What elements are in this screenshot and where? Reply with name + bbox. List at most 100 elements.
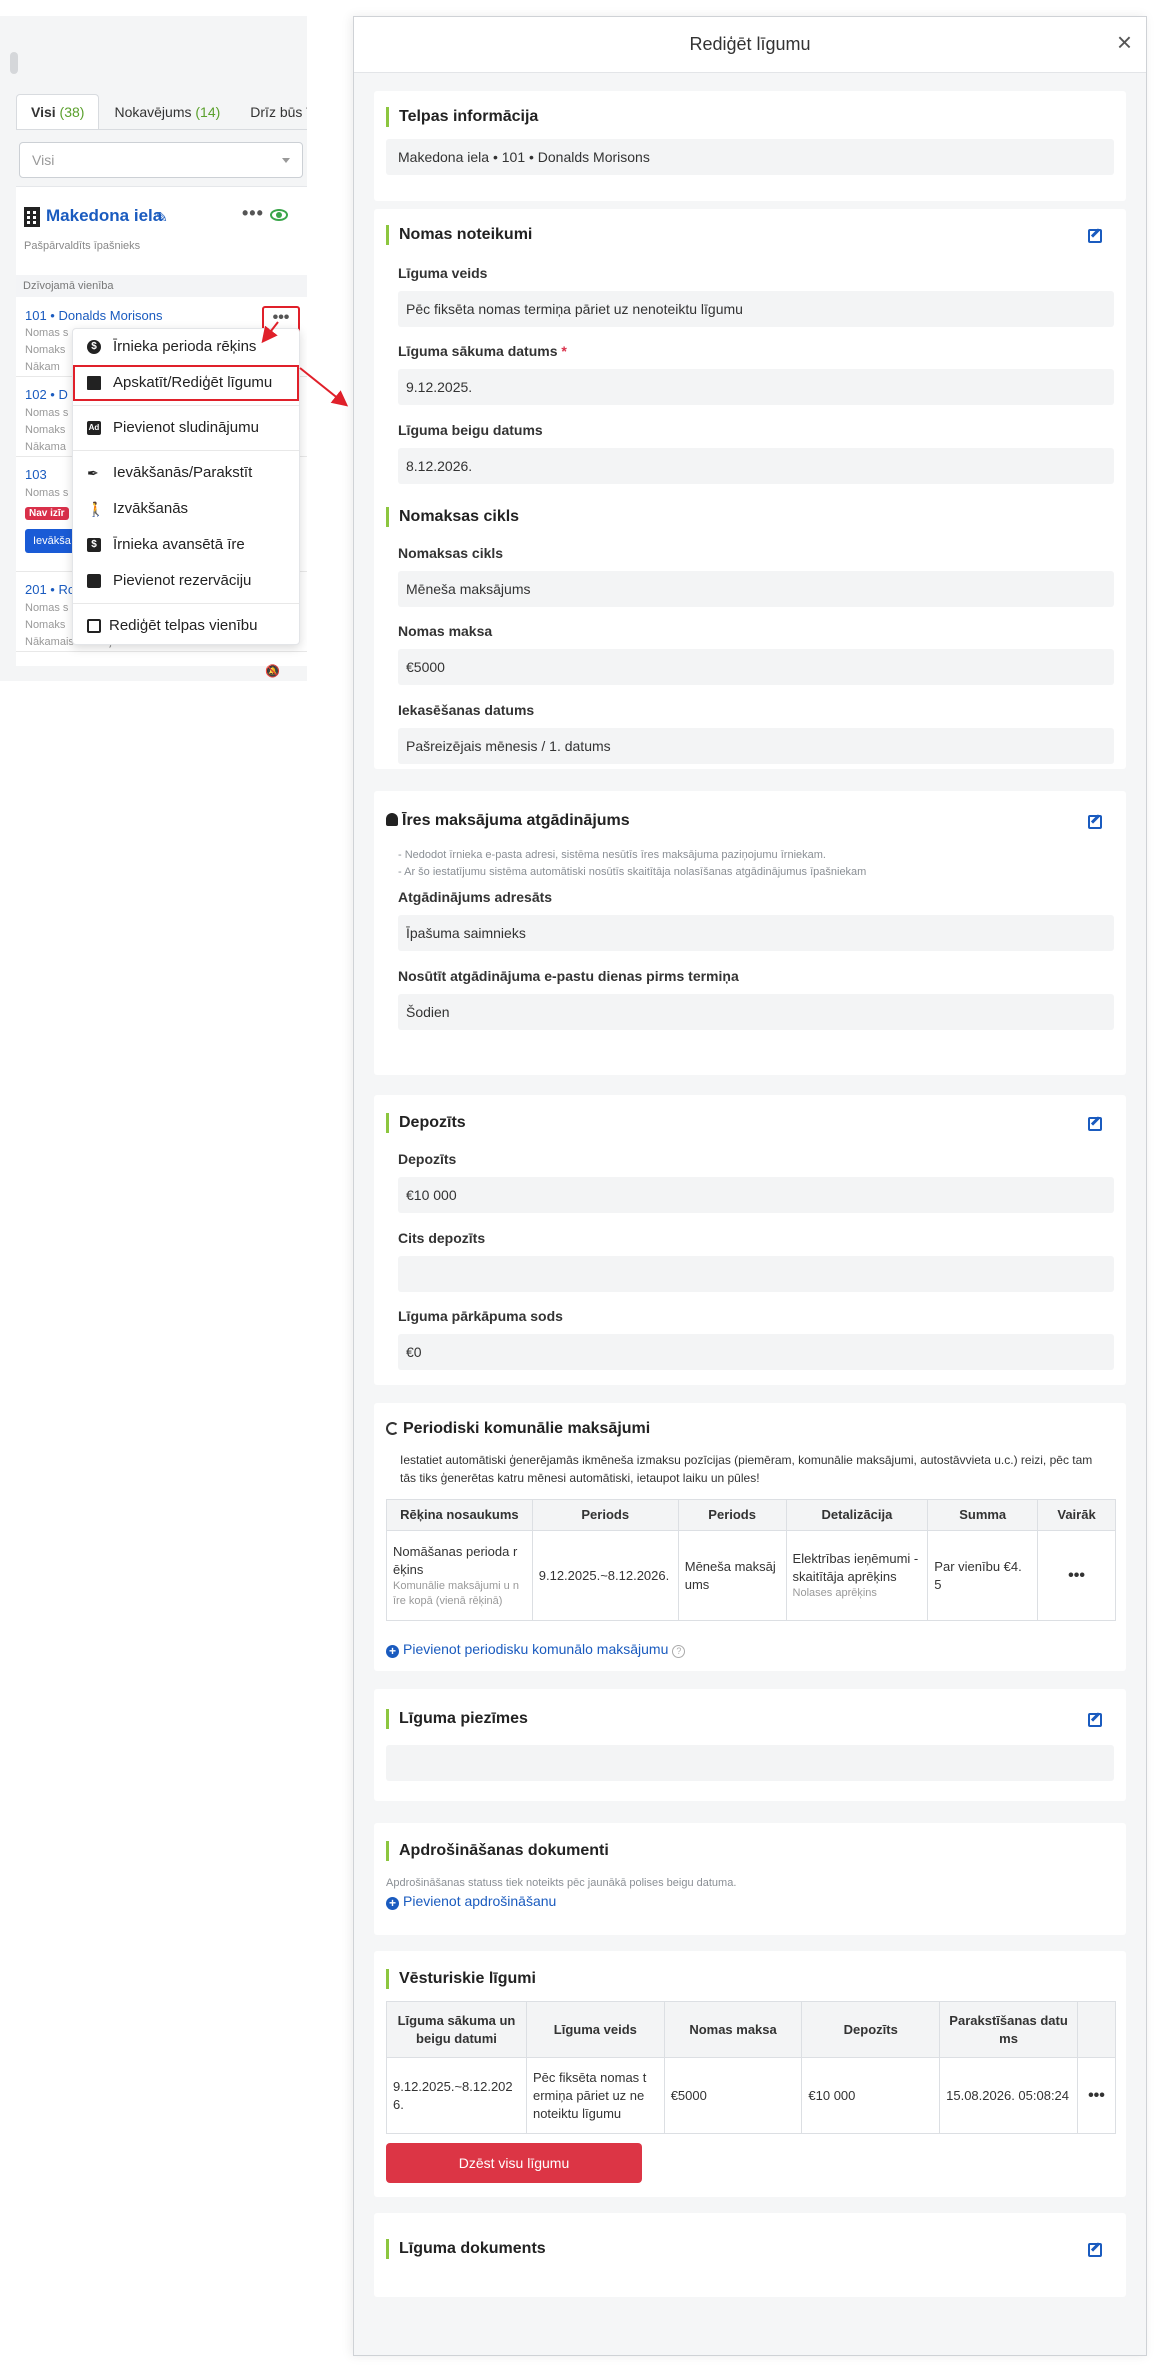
start-date-label: Līguma sākuma datums * <box>398 343 567 359</box>
row-more-button[interactable]: ••• <box>1076 2057 1117 2134</box>
start-date-field: 9.12.2025. <box>398 369 1114 405</box>
pencil-icon[interactable]: ✎ <box>156 209 168 226</box>
column-header: Līguma veids <box>525 2001 665 2058</box>
column-header: Summa <box>927 1499 1039 1531</box>
menu-item-label: Pievienot rezervāciju <box>113 572 252 589</box>
walking-icon: 🚶 <box>87 501 105 517</box>
menu-item-label: Pievienot sludinājumu <box>113 419 259 436</box>
table-cell: 15.08.2026. 05:08:24 <box>939 2057 1078 2134</box>
deposit-card: Depozīts Depozīts €10 000 Cits depozīts … <box>374 1095 1126 1385</box>
column-header: Periods <box>677 1499 787 1531</box>
history-card: Vēsturiskie līgumi Līguma sākuma un beig… <box>374 1951 1126 2197</box>
plus-circle-icon: + <box>386 1897 399 1910</box>
deposit-field: €10 000 <box>398 1177 1114 1213</box>
edit-icon[interactable] <box>1088 1713 1102 1727</box>
edit-icon[interactable] <box>1088 229 1102 243</box>
add-insurance-link[interactable]: + Pievienot apdrošināšanu <box>386 1893 556 1910</box>
table-header-row: Rēķina nosaukums Periods Periods Detaliz… <box>386 1499 1116 1531</box>
menu-item-label: Īrnieka avansētā īre <box>113 536 245 553</box>
menu-item-label: Īrnieka perioda rēķins <box>113 338 257 355</box>
table-cell: Mēneša maksāj ums <box>677 1530 787 1621</box>
filter-select[interactable]: Visi <box>19 142 303 178</box>
document-icon <box>87 376 101 390</box>
table-cell: Par vienību €4. 5 <box>927 1530 1039 1621</box>
eye-icon[interactable] <box>270 209 288 221</box>
edit-icon <box>87 619 101 633</box>
close-icon[interactable]: × <box>1117 29 1132 55</box>
coin-icon: $ <box>87 340 101 354</box>
recipient-label: Atgādinājums adresāts <box>398 889 553 905</box>
unit-line: Nomas s <box>25 327 69 339</box>
invoice-name-sub: Komunālie maksājumi u n īre kopā (vienā … <box>393 1579 519 1607</box>
menu-item-add-reservation[interactable]: Pievienot rezervāciju <box>73 563 299 599</box>
property-subtitle: Pašpārvaldīts īpašnieks <box>24 240 141 252</box>
column-header: Vairāk <box>1037 1499 1116 1531</box>
reminder-note: - Nedodot īrnieka e-pasta adresi, sistēm… <box>398 849 826 861</box>
menu-item-advance-rent[interactable]: $ Īrnieka avansētā īre <box>73 527 299 563</box>
document-card: Līguma dokuments <box>374 2213 1126 2297</box>
unit-title[interactable]: 103 <box>25 467 47 482</box>
tab-soon[interactable]: Drīz būs ī <box>235 94 307 130</box>
edit-icon[interactable] <box>1088 815 1102 829</box>
tab-count: (38) <box>59 104 85 120</box>
unit-title[interactable]: 201 • Ro <box>25 582 75 597</box>
cycle-field: Mēneša maksājums <box>398 571 1114 607</box>
table-row: 9.12.2025.~8.12.202 6. Pēc fiksēta nomas… <box>386 2057 1117 2134</box>
rental-terms-card: Nomas noteikumi Līguma veids Pēc fiksēta… <box>374 209 1126 769</box>
card-title: Telpas informācija <box>386 107 538 127</box>
menu-item-move-in-sign[interactable]: ✒ Ievākšanās/Parakstīt <box>73 455 299 491</box>
edit-icon[interactable] <box>1088 1117 1102 1131</box>
column-header: Līguma sākuma un beigu datumi <box>386 2001 527 2058</box>
end-date-label: Līguma beigu datums <box>398 422 543 438</box>
unit-title[interactable]: 102 • D <box>25 387 68 402</box>
card-title: Līguma piezīmes <box>386 1709 528 1729</box>
more-icon[interactable]: ••• <box>242 203 264 224</box>
card-title: Vēsturiskie līgumi <box>386 1969 536 1989</box>
menu-item-view-edit-contract[interactable]: Apskatīt/Rediģēt līgumu <box>73 365 299 401</box>
plus-circle-icon: + <box>386 1645 399 1658</box>
delete-contract-button[interactable]: Dzēst visu līgumu <box>386 2143 642 2183</box>
unit-title[interactable]: 101 • Donalds Morisons <box>25 308 163 323</box>
column-header: Periods <box>531 1499 679 1531</box>
bell-icon <box>386 813 398 826</box>
edit-icon[interactable] <box>1088 2243 1102 2257</box>
property-name[interactable]: Makedona iela <box>46 206 162 226</box>
menu-item-period-invoice[interactable]: $ Īrnieka perioda rēķins <box>73 329 299 365</box>
column-header: Nomas maksa <box>663 2001 803 2058</box>
menu-item-move-out[interactable]: 🚶 Izvākšanās <box>73 491 299 527</box>
menu-item-edit-unit[interactable]: Rediģēt telpas vienību <box>73 608 299 644</box>
menu-divider <box>73 450 299 451</box>
tab-all[interactable]: Visi (38) <box>16 94 100 130</box>
link-text: Pievienot periodisku komunālo maksājumu <box>403 1641 669 1657</box>
tab-overdue[interactable]: Nokavējums (14) <box>99 94 235 130</box>
modal-header: Rediģēt līgumu × <box>354 17 1146 73</box>
help-icon[interactable]: ? <box>672 1645 686 1658</box>
column-header: Detalizācija <box>785 1499 929 1531</box>
utilities-table: Rēķina nosaukums Periods Periods Detaliz… <box>386 1499 1116 1621</box>
column-header: Rēķina nosaukums <box>386 1499 533 1531</box>
add-utility-link[interactable]: + Pievienot periodisku komunālo maksājumu… <box>386 1641 686 1658</box>
move-in-button[interactable]: Ievākša <box>25 529 79 553</box>
history-table: Līguma sākuma un beigu datumi Līguma vei… <box>386 2001 1117 2134</box>
penalty-field: €0 <box>398 1334 1114 1370</box>
reminder-note: - Ar šo iestatījumu sistēma automātiski … <box>398 866 867 878</box>
menu-divider <box>73 603 299 604</box>
scroll-indicator[interactable] <box>10 52 18 74</box>
penalty-label: Līguma pārkāpuma sods <box>398 1308 563 1324</box>
row-more-button[interactable]: ••• <box>1037 1530 1116 1621</box>
menu-item-add-listing[interactable]: Ad Pievienot sludinājumu <box>73 410 299 446</box>
filter-value: Visi <box>32 152 55 168</box>
ad-icon: Ad <box>87 421 101 435</box>
utilities-card: Periodiski komunālie maksājumi Iestatiet… <box>374 1403 1126 1671</box>
table-cell: €10 000 <box>801 2057 941 2134</box>
tab-divider <box>16 129 307 130</box>
menu-item-label: Ievākšanās/Parakstīt <box>113 464 253 481</box>
unit-line: Nākam <box>25 361 60 373</box>
tab-label: Nokavējums <box>114 104 192 120</box>
unit-line: Nomaks <box>25 344 66 356</box>
tab-label: Visi <box>31 104 56 120</box>
collection-date-label: Iekasēšanas datums <box>398 702 535 718</box>
table-cell: €5000 <box>663 2057 803 2134</box>
menu-item-label: Izvākšanās <box>113 500 189 517</box>
card-title-text: Periodiski komunālie maksājumi <box>403 1420 651 1437</box>
